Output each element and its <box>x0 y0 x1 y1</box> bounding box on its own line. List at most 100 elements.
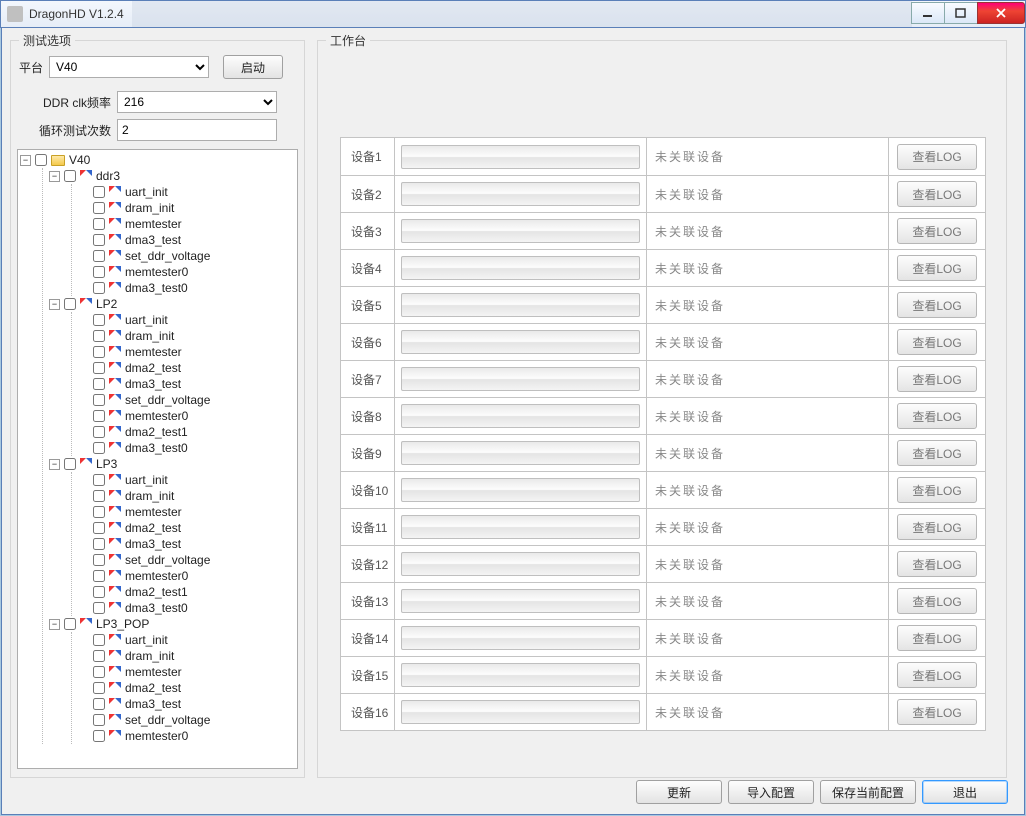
tree-checkbox[interactable] <box>64 618 76 630</box>
start-button[interactable]: 启动 <box>223 55 283 79</box>
tree-checkbox[interactable] <box>93 522 105 534</box>
tree-item-label[interactable]: dma3_test0 <box>125 280 188 296</box>
tree-item-label[interactable]: dma3_test0 <box>125 600 188 616</box>
tree-checkbox[interactable] <box>64 298 76 310</box>
tree-checkbox[interactable] <box>93 378 105 390</box>
tree-checkbox[interactable] <box>93 490 105 502</box>
tree-item-label[interactable]: dma3_test <box>125 232 181 248</box>
tree-checkbox[interactable] <box>93 506 105 518</box>
tree-item-label[interactable]: dma2_test <box>125 520 181 536</box>
tree-checkbox[interactable] <box>93 186 105 198</box>
tree-item-label[interactable]: dram_init <box>125 328 174 344</box>
tree-checkbox[interactable] <box>93 666 105 678</box>
tree-item-label[interactable]: dma3_test <box>125 376 181 392</box>
tree-item-label[interactable]: memtester0 <box>125 568 188 584</box>
tree-item-label[interactable]: dma3_test <box>125 536 181 552</box>
tree-checkbox[interactable] <box>35 154 47 166</box>
tree-item-label[interactable]: memtester <box>125 664 182 680</box>
view-log-button[interactable]: 查看LOG <box>897 403 977 429</box>
tree-item-label[interactable]: memtester0 <box>125 728 188 744</box>
tree-item-label[interactable]: ddr3 <box>96 168 120 184</box>
tree-checkbox[interactable] <box>93 218 105 230</box>
tree-expander-icon[interactable]: − <box>49 619 60 630</box>
tree-checkbox[interactable] <box>93 650 105 662</box>
tree-checkbox[interactable] <box>93 410 105 422</box>
tree-folder-label[interactable]: V40 <box>69 152 90 168</box>
tree-item-label[interactable]: uart_init <box>125 472 168 488</box>
tree-checkbox[interactable] <box>93 554 105 566</box>
tree-item-label[interactable]: dma2_test1 <box>125 584 188 600</box>
tree-item-label[interactable]: dma2_test1 <box>125 424 188 440</box>
tree-item-label[interactable]: LP3_POP <box>96 616 149 632</box>
tree-checkbox[interactable] <box>93 570 105 582</box>
tree-checkbox[interactable] <box>64 458 76 470</box>
view-log-button[interactable]: 查看LOG <box>897 366 977 392</box>
tree-checkbox[interactable] <box>93 602 105 614</box>
tree-item-label[interactable]: dma2_test <box>125 360 181 376</box>
tree-item-label[interactable]: memtester0 <box>125 408 188 424</box>
tree-checkbox[interactable] <box>93 202 105 214</box>
tree-checkbox[interactable] <box>93 314 105 326</box>
tree-checkbox[interactable] <box>93 442 105 454</box>
tree-checkbox[interactable] <box>93 330 105 342</box>
ddr-select[interactable]: 216 <box>117 91 277 113</box>
view-log-button[interactable]: 查看LOG <box>897 144 977 170</box>
refresh-button[interactable]: 更新 <box>636 780 722 804</box>
tree-checkbox[interactable] <box>93 538 105 550</box>
tree-checkbox[interactable] <box>93 698 105 710</box>
tree-checkbox[interactable] <box>93 266 105 278</box>
tree-item-label[interactable]: uart_init <box>125 312 168 328</box>
close-button[interactable] <box>977 2 1025 24</box>
view-log-button[interactable]: 查看LOG <box>897 218 977 244</box>
tree-item-label[interactable]: dram_init <box>125 200 174 216</box>
tree-item-label[interactable]: uart_init <box>125 184 168 200</box>
tree-item-label[interactable]: dma3_test0 <box>125 440 188 456</box>
tree-checkbox[interactable] <box>93 426 105 438</box>
tree-item-label[interactable]: set_ddr_voltage <box>125 248 210 264</box>
tree-checkbox[interactable] <box>93 346 105 358</box>
tree-checkbox[interactable] <box>93 634 105 646</box>
tree-checkbox[interactable] <box>93 234 105 246</box>
maximize-button[interactable] <box>944 2 978 24</box>
save-config-button[interactable]: 保存当前配置 <box>820 780 916 804</box>
view-log-button[interactable]: 查看LOG <box>897 440 977 466</box>
view-log-button[interactable]: 查看LOG <box>897 588 977 614</box>
view-log-button[interactable]: 查看LOG <box>897 514 977 540</box>
loop-input[interactable] <box>117 119 277 141</box>
tree-checkbox[interactable] <box>93 682 105 694</box>
view-log-button[interactable]: 查看LOG <box>897 477 977 503</box>
tree-checkbox[interactable] <box>93 394 105 406</box>
tree-expander-icon[interactable]: − <box>49 171 60 182</box>
tree-item-label[interactable]: memtester <box>125 344 182 360</box>
view-log-button[interactable]: 查看LOG <box>897 699 977 725</box>
tree-checkbox[interactable] <box>93 362 105 374</box>
tree-item-label[interactable]: set_ddr_voltage <box>125 712 210 728</box>
platform-select[interactable]: V40 <box>49 56 209 78</box>
minimize-button[interactable] <box>911 2 945 24</box>
tree-checkbox[interactable] <box>93 282 105 294</box>
tree-item-label[interactable]: memtester <box>125 216 182 232</box>
tree-item-label[interactable]: dma3_test <box>125 696 181 712</box>
tree-item-label[interactable]: dram_init <box>125 648 174 664</box>
tree-item-label[interactable]: memtester <box>125 504 182 520</box>
tree-checkbox[interactable] <box>93 250 105 262</box>
view-log-button[interactable]: 查看LOG <box>897 292 977 318</box>
import-config-button[interactable]: 导入配置 <box>728 780 814 804</box>
tree-expander-icon[interactable]: − <box>49 299 60 310</box>
tree-checkbox[interactable] <box>64 170 76 182</box>
tree-item-label[interactable]: uart_init <box>125 632 168 648</box>
view-log-button[interactable]: 查看LOG <box>897 181 977 207</box>
test-tree[interactable]: −V40−ddr3uart_initdram_initmemtesterdma3… <box>17 149 298 769</box>
view-log-button[interactable]: 查看LOG <box>897 329 977 355</box>
tree-checkbox[interactable] <box>93 730 105 742</box>
tree-checkbox[interactable] <box>93 714 105 726</box>
exit-button[interactable]: 退出 <box>922 780 1008 804</box>
tree-item-label[interactable]: set_ddr_voltage <box>125 392 210 408</box>
tree-expander-icon[interactable]: − <box>20 155 31 166</box>
tree-item-label[interactable]: dram_init <box>125 488 174 504</box>
view-log-button[interactable]: 查看LOG <box>897 625 977 651</box>
tree-checkbox[interactable] <box>93 474 105 486</box>
tree-item-label[interactable]: dma2_test <box>125 680 181 696</box>
tree-item-label[interactable]: LP3 <box>96 456 117 472</box>
tree-item-label[interactable]: memtester0 <box>125 264 188 280</box>
